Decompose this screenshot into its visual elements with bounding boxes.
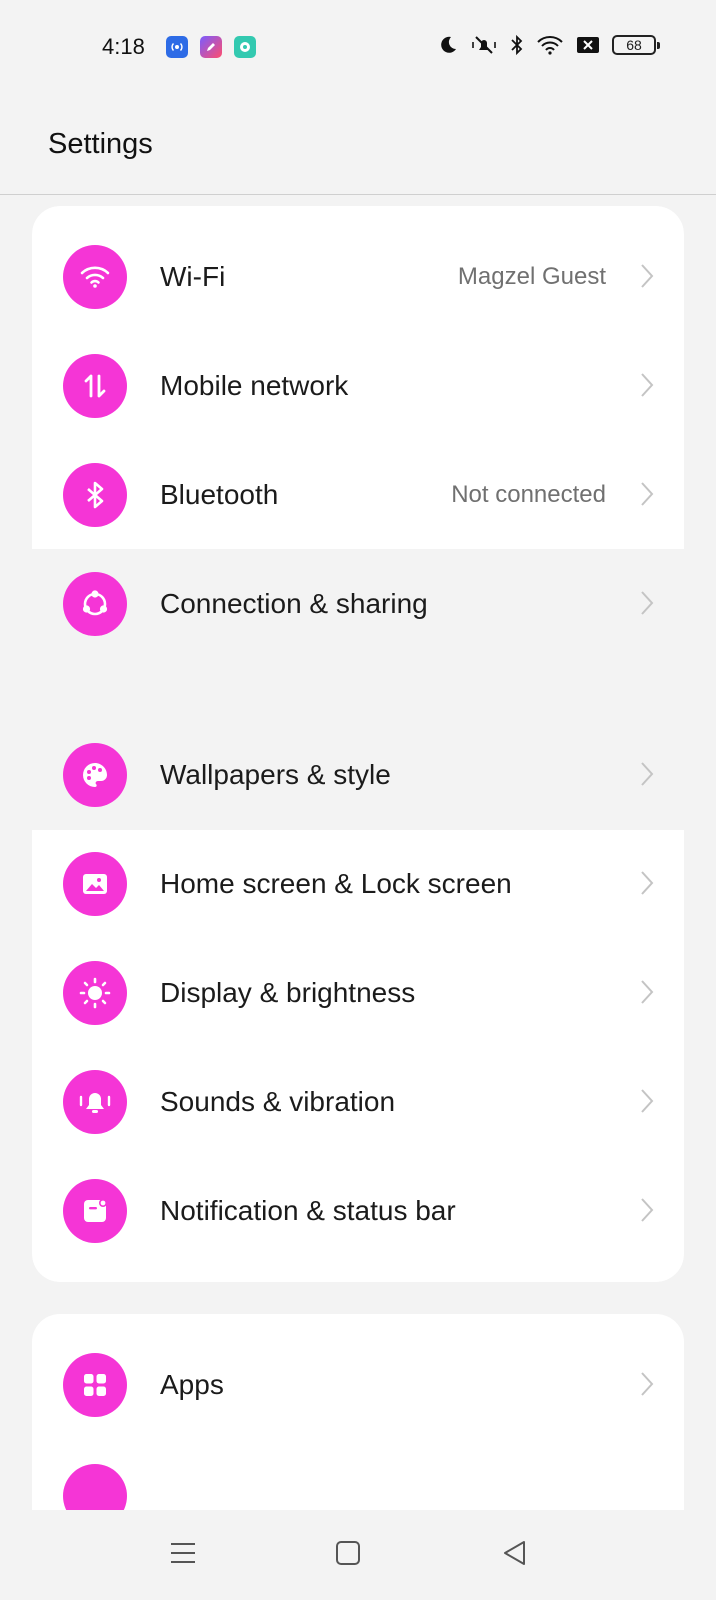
settings-item-label: Sounds & vibration — [160, 1086, 396, 1117]
chevron-right-icon — [641, 1372, 654, 1396]
radio-app-icon — [166, 36, 188, 58]
settings-item-label: Home screen & Lock screen — [160, 868, 512, 899]
notification-icon — [63, 1179, 127, 1243]
settings-item-value: Not connected — [451, 481, 606, 508]
palette-icon — [63, 743, 127, 807]
settings-item-label: Bluetooth — [160, 479, 279, 510]
settings-group-connectivity: Wi-Fi Magzel Guest Mobile network Blueto… — [32, 206, 684, 665]
chevron-right-icon — [641, 482, 654, 506]
settings-item-bluetooth[interactable]: Bluetooth Not connected — [32, 440, 684, 550]
settings-item-wallpapers-style[interactable]: Wallpapers & style — [32, 720, 684, 830]
settings-item-mobile-network[interactable]: Mobile network — [32, 331, 684, 441]
mute-vibrate-icon — [472, 36, 496, 54]
settings-item-display-brightness[interactable]: Display & brightness — [32, 938, 684, 1048]
settings-item-label: Apps — [160, 1369, 224, 1400]
no-sim-icon — [577, 37, 599, 53]
mobile-data-icon — [63, 354, 127, 418]
page-title: Settings — [48, 128, 153, 160]
image-icon — [63, 852, 127, 916]
apps-grid-icon — [63, 1353, 127, 1417]
settings-group-personalization: Wallpapers & style Home screen & Lock sc… — [32, 716, 684, 1282]
wifi-icon — [537, 36, 563, 55]
bluetooth-icon — [511, 34, 523, 56]
chevron-right-icon — [641, 264, 654, 288]
share-icon — [63, 572, 127, 636]
settings-item-label: Display & brightness — [160, 977, 416, 1008]
chevron-right-icon — [641, 1089, 654, 1113]
chevron-right-icon — [641, 373, 654, 397]
chevron-right-icon — [641, 762, 654, 786]
bell-icon — [63, 1070, 127, 1134]
moon-icon — [441, 36, 456, 53]
settings-item-label: Wi-Fi — [160, 261, 226, 292]
settings-item-notification-status-bar[interactable]: Notification & status bar — [32, 1156, 684, 1266]
settings-item-label: Connection & sharing — [160, 588, 428, 619]
settings-item-apps[interactable]: Apps — [32, 1330, 684, 1440]
settings-item-connection-sharing[interactable]: Connection & sharing — [32, 549, 684, 659]
brightness-icon — [63, 961, 127, 1025]
chevron-right-icon — [641, 871, 654, 895]
system-icons: 68 — [438, 34, 660, 56]
settings-item-label: Notification & status bar — [160, 1195, 456, 1226]
home-icon[interactable] — [335, 1540, 361, 1566]
wifi-icon — [63, 245, 127, 309]
chat-app-icon — [234, 36, 256, 58]
settings-item-value: Magzel Guest — [457, 263, 606, 290]
chevron-right-icon — [641, 591, 654, 615]
settings-item-label: Mobile network — [160, 370, 349, 401]
partial-settings-icon — [63, 1464, 127, 1510]
settings-item-wifi[interactable]: Wi-Fi Magzel Guest — [32, 222, 684, 332]
settings-item-label: Wallpapers & style — [160, 759, 391, 790]
settings-item-sounds-vibration[interactable]: Sounds & vibration — [32, 1047, 684, 1157]
status-bar: 4:18 68 — [0, 0, 716, 96]
settings-group-apps: Apps — [32, 1314, 684, 1510]
chevron-right-icon — [641, 980, 654, 1004]
chevron-right-icon — [641, 1198, 654, 1222]
bluetooth-icon — [63, 463, 127, 527]
settings-item-home-lock-screen[interactable]: Home screen & Lock screen — [32, 829, 684, 939]
pen-app-icon — [200, 36, 222, 58]
battery-icon: 68 — [612, 35, 660, 55]
status-time: 4:18 — [102, 34, 145, 59]
title-divider — [0, 194, 716, 195]
menu-icon[interactable] — [170, 1540, 196, 1566]
notification-icons — [166, 36, 256, 58]
back-icon[interactable] — [502, 1540, 528, 1566]
